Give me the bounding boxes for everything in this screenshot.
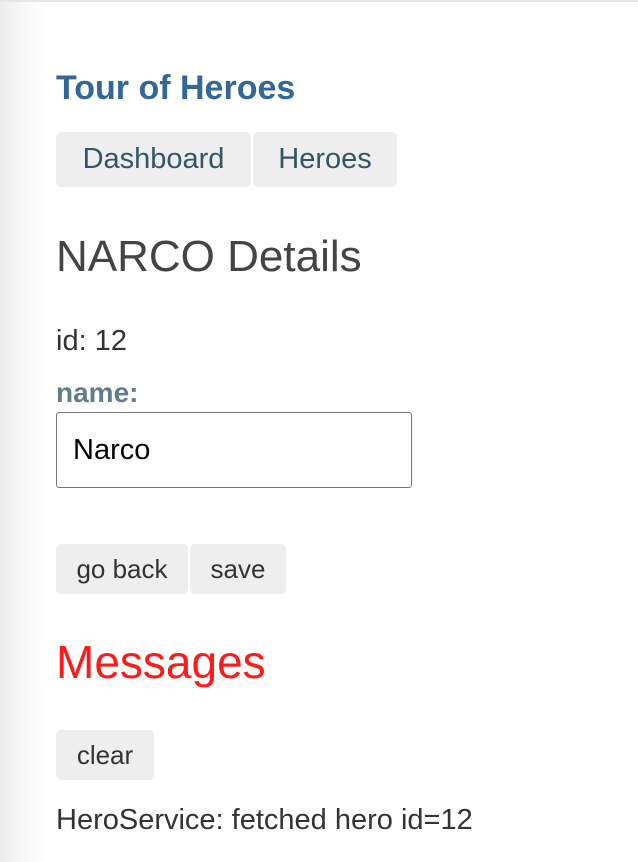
main-nav: Dashboard Heroes bbox=[56, 132, 399, 187]
nav-link-heroes[interactable]: Heroes bbox=[253, 132, 397, 187]
clear-messages-button[interactable]: clear bbox=[56, 730, 154, 780]
nav-link-dashboard[interactable]: Dashboard bbox=[56, 132, 251, 187]
page-edge-shade bbox=[0, 2, 46, 862]
hero-id-text: id: 12 bbox=[56, 325, 127, 357]
hero-name-input[interactable] bbox=[56, 412, 412, 488]
message-item: HeroService: fetched hero id=12 bbox=[56, 804, 473, 836]
app-title: Tour of Heroes bbox=[56, 69, 296, 107]
hero-actions: go back save bbox=[56, 544, 288, 594]
hero-name-label: name: bbox=[56, 377, 139, 408]
save-button[interactable]: save bbox=[190, 544, 286, 594]
go-back-button[interactable]: go back bbox=[56, 544, 188, 594]
messages-title: Messages bbox=[56, 636, 266, 688]
hero-detail-title: NARCO Details bbox=[56, 232, 362, 281]
